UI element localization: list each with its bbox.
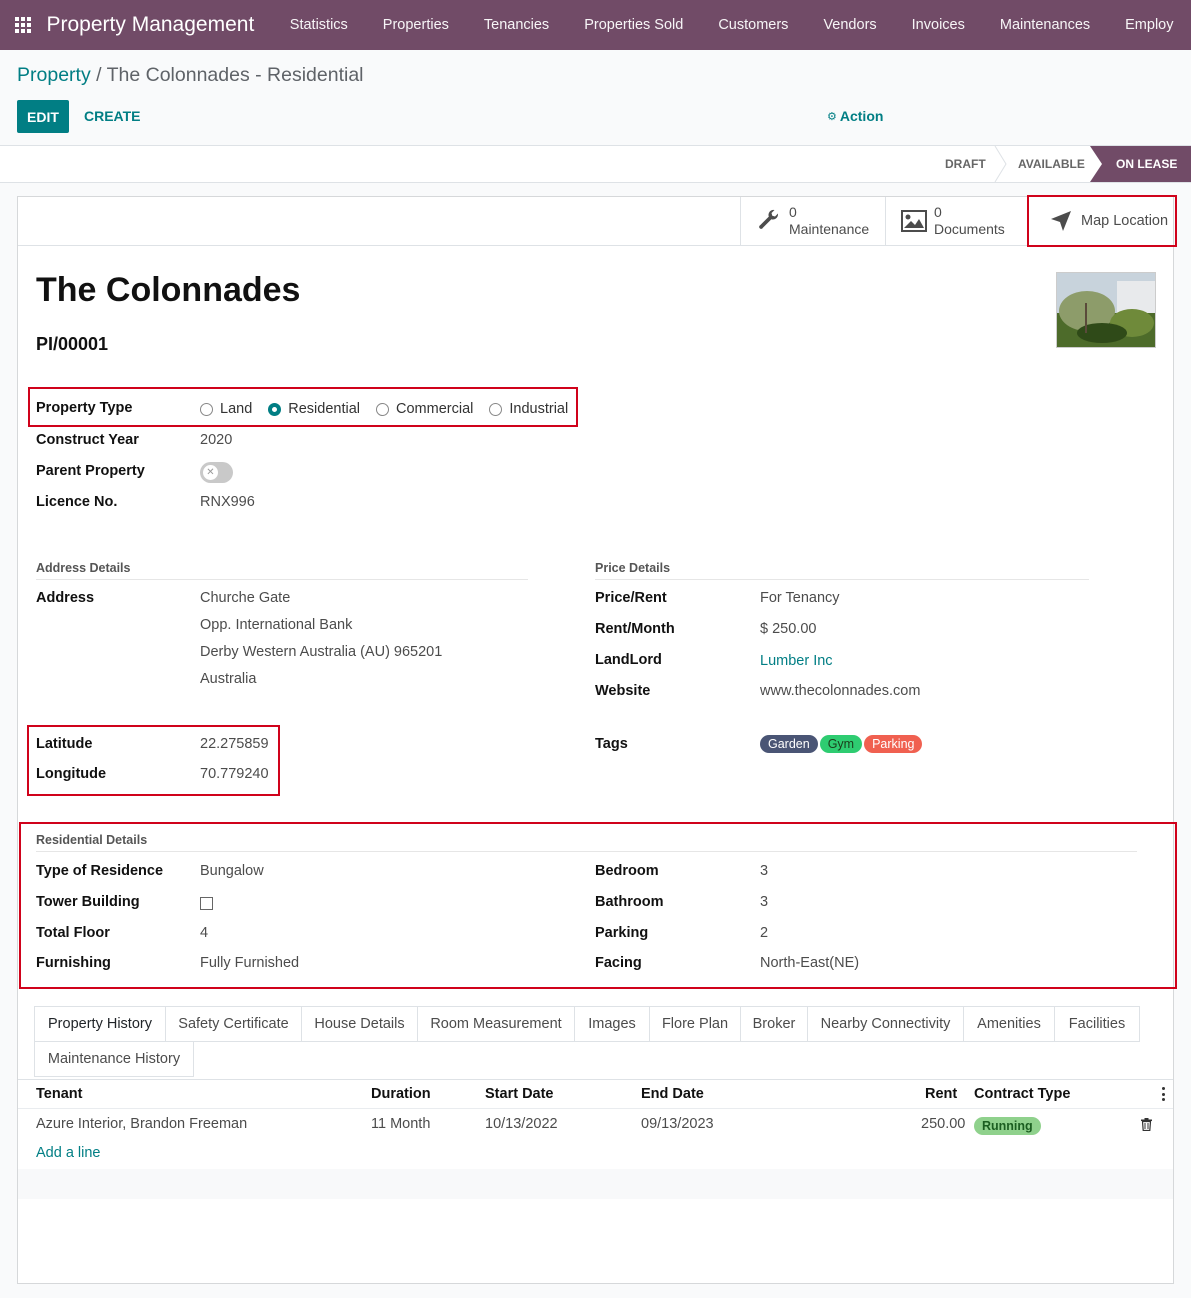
cell-duration: 11 Month [371, 1116, 431, 1132]
menu-vendors[interactable]: Vendors [806, 17, 894, 33]
tag-garden[interactable]: Garden [760, 735, 818, 753]
rent-month-value[interactable]: $ 250.00 [760, 621, 816, 637]
tab-amenities[interactable]: Amenities [963, 1006, 1055, 1042]
menu-employees[interactable]: Employ [1108, 17, 1191, 33]
tab-flore-plan[interactable]: Flore Plan [649, 1006, 741, 1042]
stage-available[interactable]: AVAILABLE [1018, 146, 1085, 182]
maintenance-count: 0 [789, 204, 797, 220]
tags-label: Tags [595, 736, 628, 752]
address-line-3[interactable]: Derby Western Australia (AU) 965201 [200, 644, 442, 660]
tags-list: Garden Gym Parking [760, 735, 924, 753]
breadcrumb: Property / The Colonnades - Residential [17, 64, 364, 87]
empty-table-row [18, 1169, 1173, 1199]
address-section-title: Address Details [36, 561, 528, 580]
gear-icon: ⚙ [827, 110, 837, 123]
tab-broker[interactable]: Broker [740, 1006, 808, 1042]
cell-end-date: 09/13/2023 [641, 1116, 714, 1132]
history-table-header: Tenant Duration Start Date End Date Rent… [18, 1079, 1173, 1109]
action-button[interactable]: ⚙ Action [827, 108, 883, 124]
breadcrumb-separator: / [90, 64, 107, 86]
menu-invoices[interactable]: Invoices [894, 17, 982, 33]
rent-month-label: Rent/Month [595, 621, 675, 637]
website-label: Website [595, 683, 651, 699]
menu-customers[interactable]: Customers [701, 17, 806, 33]
add-line-link[interactable]: Add a line [36, 1145, 101, 1161]
construct-year-label: Construct Year [36, 432, 139, 448]
address-line-1[interactable]: Churche Gate [200, 590, 290, 606]
col-duration[interactable]: Duration [371, 1086, 431, 1102]
tab-house-details[interactable]: House Details [301, 1006, 418, 1042]
documents-count: 0 [934, 204, 942, 220]
cell-start-date: 10/13/2022 [485, 1116, 558, 1132]
tag-gym[interactable]: Gym [819, 735, 863, 753]
breadcrumb-current: The Colonnades - Residential [106, 64, 364, 86]
trash-icon[interactable] [1141, 1118, 1152, 1134]
property-name: The Colonnades [36, 271, 301, 309]
property-reference: PI/00001 [36, 334, 109, 354]
col-contract-type[interactable]: Contract Type [974, 1086, 1070, 1102]
landlord-link[interactable]: Lumber Inc [760, 653, 833, 669]
smart-button-box: 0 Maintenance 0 Documents Map Location [18, 197, 1173, 246]
price-section-title: Price Details [595, 561, 1089, 580]
col-end-date[interactable]: End Date [641, 1086, 704, 1102]
action-label: Action [839, 108, 884, 124]
parent-property-label: Parent Property [36, 463, 145, 479]
menu-properties-sold[interactable]: Properties Sold [567, 17, 701, 33]
tab-property-history[interactable]: Property History [34, 1006, 166, 1042]
table-row[interactable]: Azure Interior, Brandon Freeman 11 Month… [18, 1110, 1173, 1140]
tag-parking[interactable]: Parking [864, 735, 923, 753]
stage-draft[interactable]: DRAFT [945, 146, 986, 182]
close-icon: ✕ [203, 465, 218, 480]
highlight-box-coordinates [27, 725, 280, 796]
maintenance-label: Maintenance [789, 221, 870, 237]
create-button[interactable]: CREATE [84, 108, 141, 124]
optional-columns-icon[interactable] [1162, 1087, 1166, 1101]
address-line-2[interactable]: Opp. International Bank [200, 617, 352, 633]
tab-images[interactable]: Images [574, 1006, 650, 1042]
highlight-box-residential [19, 822, 1177, 989]
edit-button[interactable]: EDIT [17, 100, 69, 133]
image-icon [900, 207, 928, 235]
website-value[interactable]: www.thecolonnades.com [760, 683, 920, 699]
status-badge: Running [974, 1117, 1041, 1135]
stage-on-lease[interactable]: ON LEASE [1090, 146, 1191, 182]
highlight-box-map [1027, 195, 1177, 247]
tab-facilities[interactable]: Facilities [1054, 1006, 1140, 1042]
documents-smart-button[interactable]: 0 Documents [885, 197, 1028, 245]
address-line-4[interactable]: Australia [200, 671, 256, 687]
construct-year-value[interactable]: 2020 [200, 432, 232, 448]
menu-maintenances[interactable]: Maintenances [982, 17, 1107, 33]
address-label: Address [36, 590, 95, 606]
tab-nearby-connectivity[interactable]: Nearby Connectivity [807, 1006, 964, 1042]
highlight-box-property-type [28, 387, 578, 427]
top-navbar: Property Management Statistics Propertie… [0, 0, 1191, 50]
menu-statistics[interactable]: Statistics [272, 17, 365, 33]
landlord-label: LandLord [595, 652, 662, 668]
maintenance-smart-button[interactable]: 0 Maintenance [740, 197, 885, 245]
col-rent[interactable]: Rent [925, 1086, 957, 1102]
tab-room-measurement[interactable]: Room Measurement [417, 1006, 575, 1042]
breadcrumb-root[interactable]: Property [17, 64, 91, 86]
tab-maintenance-history[interactable]: Maintenance History [34, 1041, 194, 1077]
property-image[interactable] [1056, 272, 1156, 348]
status-bar: DRAFT AVAILABLE ON LEASE [0, 145, 1191, 183]
menu-tenancies[interactable]: Tenancies [466, 17, 566, 33]
app-brand[interactable]: Property Management [47, 13, 255, 37]
col-start-date[interactable]: Start Date [485, 1086, 554, 1102]
wrench-icon [755, 207, 783, 235]
cell-tenant: Azure Interior, Brandon Freeman [36, 1116, 248, 1132]
menu-properties[interactable]: Properties [365, 17, 466, 33]
stage-separator-icon [994, 146, 1007, 182]
cell-rent: 250.00 [921, 1116, 966, 1132]
price-rent-label: Price/Rent [595, 590, 667, 606]
form-sheet: 0 Maintenance 0 Documents Map Location T… [17, 195, 1177, 1284]
licence-value[interactable]: RNX996 [200, 494, 255, 510]
documents-label: Documents [934, 221, 1005, 237]
price-rent-value[interactable]: For Tenancy [760, 590, 840, 606]
parent-property-toggle[interactable]: ✕ [200, 462, 233, 483]
licence-label: Licence No. [36, 494, 118, 510]
apps-menu-icon[interactable] [0, 0, 46, 50]
tab-safety-certificate[interactable]: Safety Certificate [165, 1006, 302, 1042]
col-tenant[interactable]: Tenant [36, 1086, 82, 1102]
